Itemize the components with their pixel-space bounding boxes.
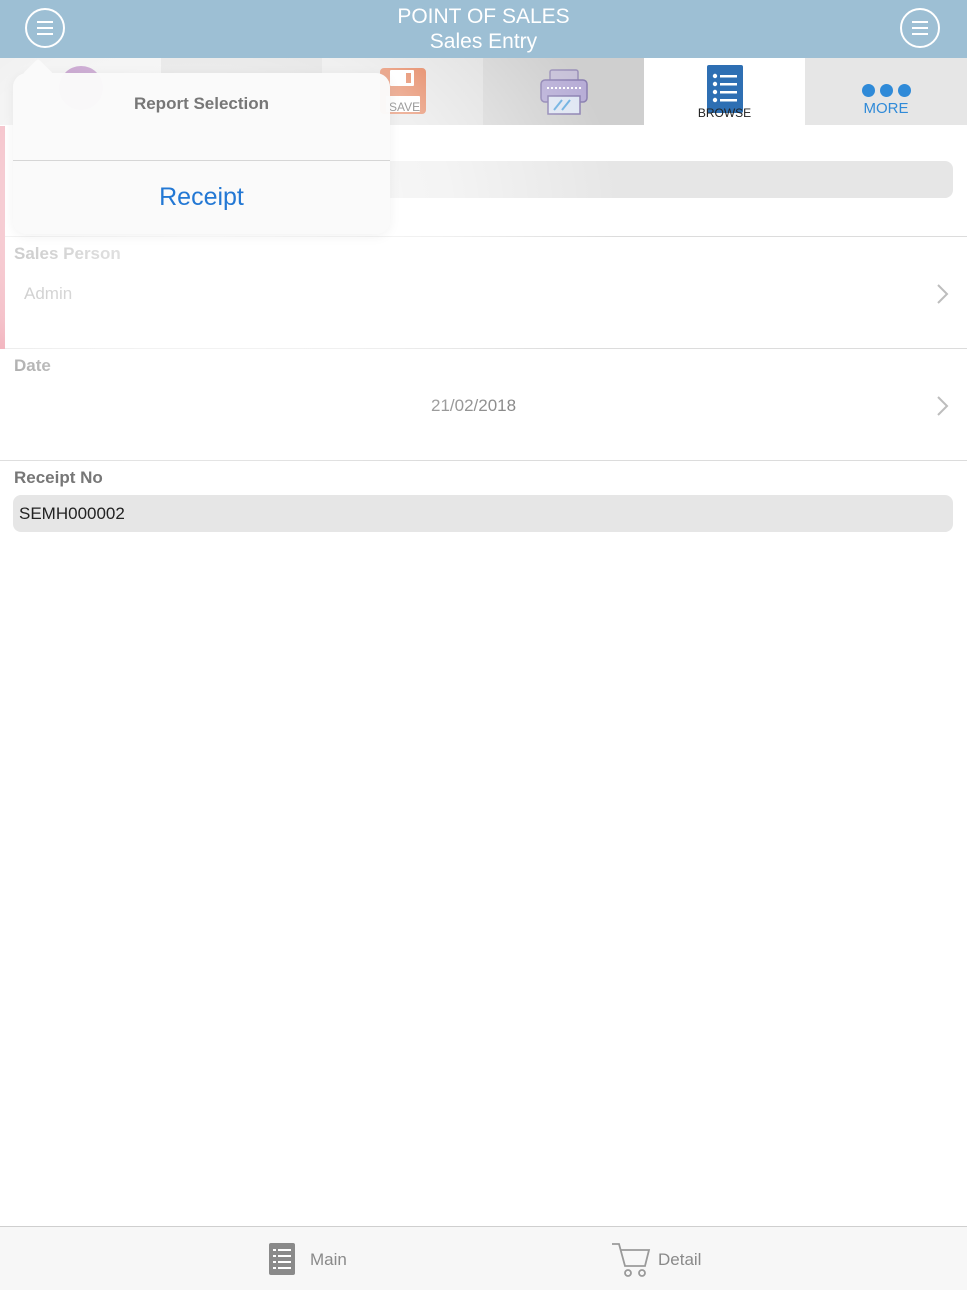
app-title: POINT OF SALES bbox=[397, 5, 570, 28]
receipt-no-value: SEMH000002 bbox=[19, 504, 125, 523]
page-title: Sales Entry bbox=[429, 30, 538, 53]
sales-person-label: Sales Person bbox=[14, 244, 121, 263]
list-icon bbox=[269, 1243, 295, 1275]
receipt-no-input[interactable]: SEMH000002 bbox=[13, 495, 953, 532]
pos-sales-entry-screen: POINT OF SALES Sales Entry SAVE BROWSE M… bbox=[0, 0, 967, 1290]
printer-icon bbox=[540, 69, 588, 115]
divider bbox=[13, 160, 390, 161]
cart-icon bbox=[612, 1243, 651, 1277]
more-dots-icon bbox=[862, 84, 912, 98]
receipt-option[interactable]: Receipt bbox=[13, 183, 390, 212]
right-menu-button[interactable] bbox=[900, 8, 940, 48]
tab-main-label: Main bbox=[310, 1250, 347, 1269]
chevron-right-icon[interactable] bbox=[935, 282, 949, 306]
print-button[interactable] bbox=[483, 58, 644, 125]
more-label: MORE bbox=[863, 100, 909, 117]
more-button[interactable]: MORE bbox=[805, 58, 967, 125]
tab-detail[interactable]: Detail bbox=[611, 1227, 721, 1290]
sales-person-value[interactable]: Admin bbox=[24, 284, 72, 304]
date-value[interactable]: 21/02/2018 bbox=[431, 396, 516, 416]
required-marker bbox=[0, 237, 5, 349]
report-selection-popover: Report Selection Receipt bbox=[13, 58, 390, 234]
date-label: Date bbox=[14, 356, 51, 375]
date-section: Date 21/02/2018 bbox=[0, 349, 967, 461]
receipt-no-label: Receipt No bbox=[14, 468, 103, 487]
receipt-no-section: Receipt No SEMH000002 bbox=[0, 461, 967, 541]
app-header: POINT OF SALES Sales Entry bbox=[0, 0, 967, 58]
popover-title: Report Selection bbox=[133, 94, 270, 113]
chevron-right-icon[interactable] bbox=[935, 394, 949, 418]
tab-main[interactable]: Main bbox=[268, 1227, 368, 1290]
tab-detail-label: Detail bbox=[658, 1250, 702, 1269]
menu-icon-line bbox=[912, 27, 928, 29]
browse-button[interactable]: BROWSE bbox=[644, 58, 805, 125]
required-marker bbox=[0, 126, 5, 237]
menu-icon-line bbox=[912, 33, 928, 35]
browse-label: BROWSE bbox=[697, 106, 752, 120]
save-label: SAVE bbox=[389, 100, 421, 114]
bottom-tab-bar: Main Detail bbox=[0, 1226, 967, 1290]
menu-icon bbox=[912, 21, 928, 23]
sales-person-section: Sales Person Admin bbox=[0, 237, 967, 349]
